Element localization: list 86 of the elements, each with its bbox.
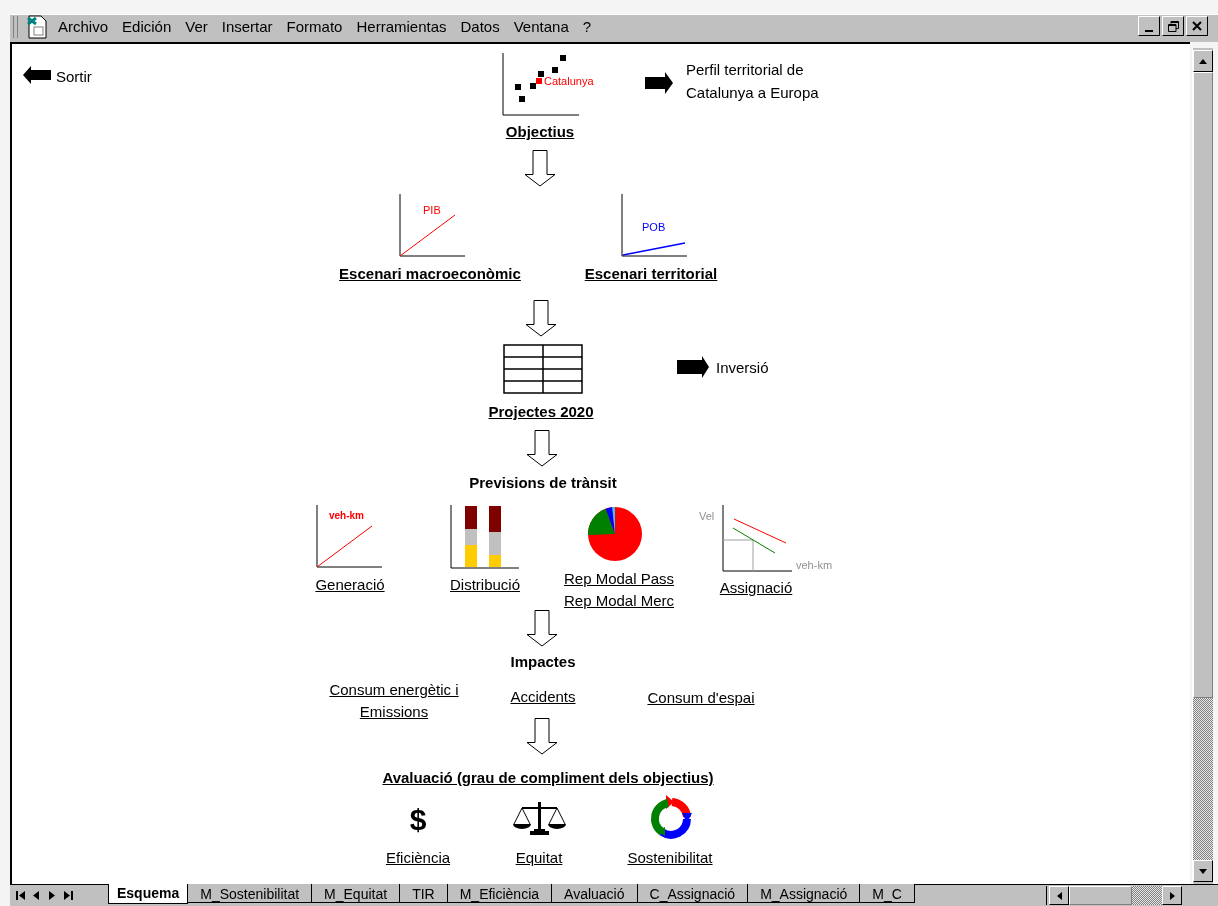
right-triangle-icon (1169, 891, 1175, 900)
scroll-left-button[interactable] (1049, 886, 1069, 905)
step-link[interactable]: Rep Modal Merc (564, 590, 674, 613)
impact-link[interactable]: Accidents (468, 686, 618, 708)
line-chart-drawing (621, 194, 689, 258)
scroll-up-button[interactable] (1193, 50, 1213, 72)
bar-chart-drawing (450, 505, 520, 569)
menu-item[interactable]: ? (582, 15, 592, 39)
chart-label: Catalunya (544, 76, 594, 87)
dollar-icon: $ (409, 805, 427, 835)
profile-link[interactable]: Perfil territorial de Catalunya a Europa (686, 58, 846, 104)
right-arrow-icon[interactable] (645, 72, 673, 94)
sheet-tab[interactable]: M_Assignació (747, 884, 861, 903)
vertical-scrollbar[interactable] (1192, 48, 1213, 884)
step-link[interactable]: Assignació (719, 577, 793, 600)
restore-button[interactable] (1162, 16, 1184, 36)
cycle-icon (648, 795, 694, 839)
up-triangle-icon (1199, 58, 1207, 64)
chart-label: PIB (423, 205, 441, 216)
minimize-button[interactable] (1138, 16, 1160, 36)
down-arrow-icon (526, 610, 558, 647)
exit-link[interactable]: Sortir (56, 66, 92, 89)
sheet-tab[interactable]: C_Assignació (636, 884, 749, 903)
restore-icon (1167, 20, 1179, 32)
step-link[interactable]: Distribució (450, 574, 520, 597)
right-triangle-icon (49, 890, 55, 900)
scroll-thumb[interactable] (1193, 72, 1213, 698)
scroll-thumb[interactable] (1069, 886, 1132, 905)
close-icon (1192, 21, 1202, 31)
down-arrow-icon (526, 718, 558, 755)
sheet-tab[interactable]: M_Sostenibilitat (187, 884, 313, 903)
close-button[interactable] (1186, 16, 1208, 36)
first-icon (15, 890, 25, 900)
left-arrow-icon[interactable] (23, 65, 51, 85)
axis-label: veh-km (796, 560, 833, 571)
left-triangle-icon (33, 890, 39, 900)
sheet-tab[interactable]: M_C (859, 884, 915, 903)
scroll-right-button[interactable] (1162, 886, 1182, 905)
minimize-icon (1145, 30, 1153, 32)
section-title: Impactes (510, 652, 576, 672)
step-link[interactable]: Generació (315, 574, 385, 597)
menu-item[interactable]: Datos (460, 15, 500, 39)
sheet-tab[interactable]: M_Eficiència (446, 884, 553, 903)
scales-icon (512, 800, 568, 836)
line-chart-drawing (316, 505, 384, 569)
sheet-tab[interactable]: Avaluació (551, 884, 638, 903)
menu-item[interactable]: Ventana (513, 15, 569, 39)
left-triangle-icon (1056, 891, 1062, 900)
section-title: Previsions de trànsit (469, 473, 617, 493)
scenario-link[interactable]: Escenari macroeconòmic (339, 263, 521, 286)
menu-item[interactable]: Archivo (58, 15, 109, 39)
criterion-link[interactable]: Sostenibilitat (627, 847, 713, 870)
pie-chart-drawing (587, 505, 644, 563)
down-triangle-icon (1199, 868, 1207, 874)
chart-label: POB (642, 222, 666, 233)
impact-link[interactable]: Consum d'espai (626, 687, 776, 709)
sheet-tab[interactable]: Esquema (108, 884, 189, 904)
gripper-icon (13, 16, 18, 38)
step-link[interactable]: Rep Modal Pass (563, 568, 675, 591)
evaluation-link[interactable]: Avaluació (grau de compliment dels objectius) (382, 767, 714, 790)
impact-link[interactable]: Consum energètic i Emissions (319, 679, 469, 723)
menu-item[interactable]: Herramientas (356, 15, 447, 39)
scenario-link[interactable]: Escenari territorial (584, 263, 718, 286)
axis-label: Vel (699, 511, 715, 522)
right-arrow-icon[interactable] (677, 356, 709, 378)
menu-item[interactable]: Edición (122, 15, 172, 39)
scroll-down-button[interactable] (1193, 860, 1213, 882)
menu-item[interactable]: Formato (286, 15, 343, 39)
table-icon[interactable] (503, 344, 583, 394)
down-arrow-icon (524, 150, 556, 187)
down-arrow-icon (526, 430, 558, 467)
document-icon[interactable] (25, 15, 49, 39)
down-arrow-icon (525, 300, 557, 337)
criterion-link[interactable]: Eficiència (385, 847, 451, 870)
sheet-tab[interactable]: M_Equitat (311, 884, 401, 903)
chart-label: veh-km (329, 511, 364, 521)
line-chart-drawing (399, 194, 467, 258)
line-chart-drawing (722, 505, 793, 572)
projects-link[interactable]: Projectes 2020 (488, 401, 594, 424)
menu-item[interactable]: Insertar (221, 15, 273, 39)
sheet-tab[interactable]: TIR (399, 884, 448, 903)
objectives-link[interactable]: Objectius (505, 121, 575, 144)
investment-link[interactable]: Inversió (716, 357, 769, 380)
criterion-link[interactable]: Equitat (515, 847, 563, 870)
menu-item[interactable]: Ver (185, 15, 208, 39)
last-icon (63, 890, 73, 900)
